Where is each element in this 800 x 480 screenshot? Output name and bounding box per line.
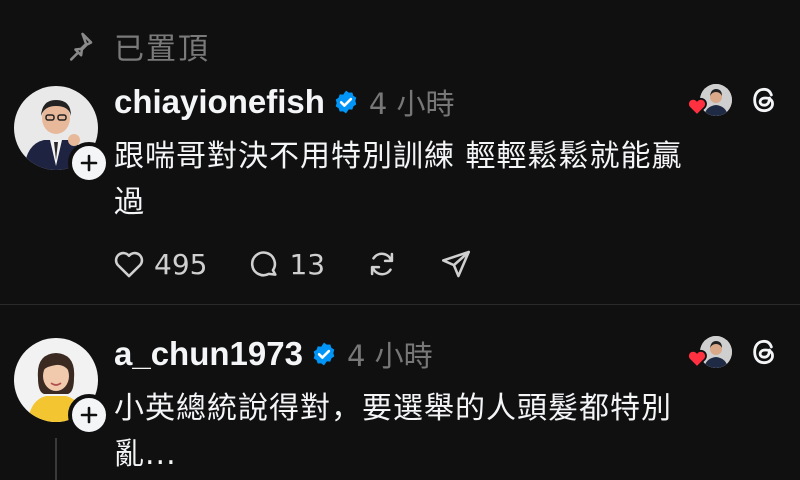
heart-filled-icon — [687, 97, 707, 116]
post-header: chiayionefish 4 小時 — [114, 80, 455, 124]
post-header: a_chun1973 4 小時 — [114, 332, 433, 376]
pinned-indicator: 已置頂 — [62, 24, 210, 68]
post[interactable]: chiayionefish 4 小時 跟喘哥對決不用特別訓練 輕輕鬆鬆就能贏 過… — [0, 78, 800, 306]
post-timestamp: 4 小時 — [346, 339, 433, 373]
pinned-label: 已置頂 — [114, 32, 210, 67]
pin-icon — [69, 32, 93, 61]
plus-icon — [80, 406, 98, 424]
liked-by-indicator[interactable] — [686, 334, 734, 374]
repost-button[interactable] — [365, 247, 399, 281]
threads-logo-icon[interactable] — [748, 84, 780, 116]
threads-feed: 已置頂 chiayionefish 4 小時 跟喘哥對決不用特別訓練 輕輕鬆鬆就… — [0, 0, 800, 480]
share-button[interactable] — [439, 247, 473, 281]
liked-by-indicator[interactable] — [686, 82, 734, 122]
comment-icon — [251, 251, 278, 277]
thread-connector-line — [55, 438, 57, 480]
reply-count: 13 — [289, 247, 326, 281]
follow-button[interactable] — [68, 394, 110, 436]
post-actions: 495 13 — [112, 242, 513, 286]
avatar-container[interactable] — [14, 338, 110, 436]
plus-icon — [80, 154, 98, 172]
repost-icon — [370, 252, 394, 276]
like-button[interactable]: 495 — [112, 247, 207, 281]
post-divider — [0, 304, 800, 305]
username[interactable]: a_chun1973 — [114, 335, 303, 373]
post-timestamp: 4 小時 — [368, 87, 455, 121]
post-text: 小英總統說得對，要選舉的人頭髮都特別 亂... — [114, 391, 672, 472]
reply-button[interactable]: 13 — [247, 247, 325, 281]
verified-badge-icon — [335, 90, 357, 114]
username[interactable]: chiayionefish — [114, 83, 325, 121]
avatar-container[interactable] — [14, 86, 110, 184]
post-text: 跟喘哥對決不用特別訓練 輕輕鬆鬆就能贏 過 — [114, 139, 683, 220]
follow-button[interactable] — [68, 142, 110, 184]
heart-filled-icon — [687, 349, 707, 368]
send-icon — [442, 250, 471, 278]
threads-logo-icon[interactable] — [748, 336, 780, 368]
heart-icon — [114, 251, 144, 278]
post[interactable]: a_chun1973 4 小時 小英總統說得對，要選舉的人頭髮都特別 亂... — [0, 330, 800, 480]
verified-badge-icon — [313, 342, 335, 366]
like-count: 495 — [154, 247, 208, 281]
